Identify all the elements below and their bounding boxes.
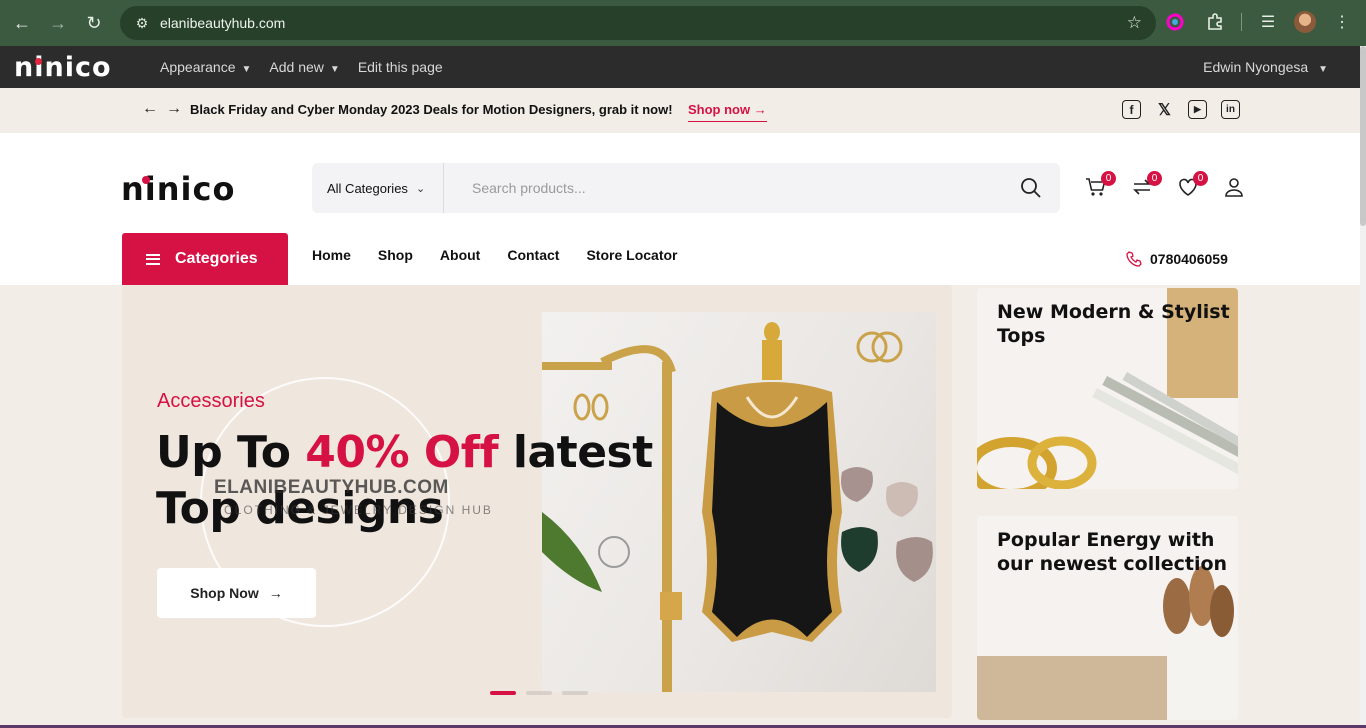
reload-icon[interactable]: ↻: [76, 5, 112, 41]
watermark-subtext: CLOTHING & JEWELRY DESIGN HUB: [224, 503, 493, 517]
admin-menu-edit-page[interactable]: Edit this page: [358, 59, 443, 75]
search-input[interactable]: [472, 163, 1012, 213]
media-queue-icon[interactable]: ☰: [1254, 8, 1282, 36]
admin-menu-appearance[interactable]: Appearance ▼: [160, 59, 251, 75]
cart-count-badge: 0: [1101, 171, 1116, 186]
arrow-right-icon: →: [268, 585, 283, 601]
hero-title-part2: latest: [498, 427, 653, 478]
extensions-puzzle-icon[interactable]: [1201, 8, 1229, 36]
admin-bar-logo[interactable]: ninico: [14, 52, 112, 83]
slider-dot-3[interactable]: [562, 691, 588, 695]
x-icon[interactable]: 𝕏: [1155, 100, 1174, 119]
logo-dot: [35, 58, 42, 65]
browser-toolbar: ← → ↻ ⚙ elanibeautyhub.com ☆ ☰ ⋮: [0, 0, 1366, 46]
site-logo-text: ninico: [121, 170, 236, 208]
phone-number: 0780406059: [1150, 251, 1228, 267]
cart-button[interactable]: 0: [1084, 171, 1116, 199]
hero-kicker: Accessories: [157, 390, 265, 412]
categories-button[interactable]: Categories: [122, 233, 288, 285]
slider-dot-1[interactable]: [490, 691, 516, 695]
compare-button[interactable]: 0: [1130, 171, 1162, 199]
account-button[interactable]: [1222, 175, 1246, 199]
search-bar: All Categories ⌄: [312, 163, 1060, 213]
bookmark-star-icon[interactable]: ☆: [1127, 13, 1142, 33]
compare-count-badge: 0: [1147, 171, 1162, 186]
caret-down-icon: ▼: [241, 64, 252, 75]
nav-contact[interactable]: Contact: [507, 247, 559, 263]
site-settings-icon[interactable]: ⚙: [130, 15, 154, 32]
promo-shop-link[interactable]: Shop now →: [688, 102, 767, 122]
wishlist-count-badge: 0: [1193, 171, 1208, 186]
category-select[interactable]: All Categories ⌄: [312, 163, 444, 213]
hero-title-accent: 40% Off: [305, 427, 499, 478]
phone-contact[interactable]: 0780406059: [1126, 251, 1228, 267]
toolbar-divider: [1241, 13, 1242, 31]
promo-prev-icon[interactable]: ←: [142, 100, 158, 118]
arrow-right-icon: →: [753, 102, 767, 117]
promo-card-collection[interactable]: Popular Energy with our newest collectio…: [977, 516, 1238, 720]
url-text[interactable]: elanibeautyhub.com: [160, 15, 285, 31]
logo-dot: [142, 176, 150, 184]
categories-label: Categories: [175, 250, 258, 267]
nav-shop[interactable]: Shop: [378, 247, 413, 263]
admin-user-name: Edwin Nyongesa: [1203, 59, 1309, 75]
promo-card-title: Popular Energy with our newest collectio…: [997, 529, 1228, 575]
shop-now-label: Shop Now: [190, 585, 259, 601]
caret-down-icon: ▼: [1318, 64, 1328, 75]
admin-menu-label: Add new: [269, 59, 324, 75]
promo-card-tops[interactable]: New Modern & Stylist Tops: [977, 288, 1238, 489]
admin-menu-add-new[interactable]: Add new ▼: [269, 59, 339, 75]
main-nav: Home Shop About Contact Store Locator: [312, 247, 677, 263]
phone-icon: [1126, 251, 1142, 267]
back-icon[interactable]: ←: [4, 5, 40, 41]
address-bar[interactable]: ⚙ elanibeautyhub.com ☆: [120, 6, 1156, 40]
admin-user-menu[interactable]: Edwin Nyongesa ▼: [1203, 59, 1328, 75]
promo-message: Black Friday and Cyber Monday 2023 Deals…: [190, 102, 673, 117]
watermark-text: ELANIBEAUTYHUB.COM: [214, 477, 449, 498]
nav-about[interactable]: About: [440, 247, 480, 263]
profile-avatar[interactable]: [1294, 11, 1316, 33]
admin-bar: ninico Appearance ▼ Add new ▼ Edit this pa…: [0, 46, 1366, 88]
extension-color-icon[interactable]: [1161, 8, 1189, 36]
nav-store-locator[interactable]: Store Locator: [586, 247, 677, 263]
page-scrollbar[interactable]: [1360, 46, 1366, 728]
caret-down-icon: ▼: [329, 64, 340, 75]
slider-dot-2[interactable]: [526, 691, 552, 695]
category-select-label: All Categories: [327, 180, 408, 196]
promo-next-icon[interactable]: →: [166, 100, 182, 118]
menu-icon: [146, 253, 160, 265]
nav-home[interactable]: Home: [312, 247, 351, 263]
search-icon[interactable]: [1020, 177, 1042, 199]
hero-slider: Accessories Up To 40% Off latest Top des…: [122, 285, 952, 718]
chevron-down-icon: ⌄: [415, 182, 426, 195]
admin-menu-label: Appearance: [160, 59, 236, 75]
linkedin-icon[interactable]: in: [1221, 100, 1240, 119]
scrollbar-thumb[interactable]: [1360, 46, 1366, 226]
youtube-icon[interactable]: ▶: [1188, 100, 1207, 119]
forward-icon[interactable]: →: [40, 5, 76, 41]
hero-title-part1: Up To: [156, 427, 306, 478]
shop-now-button[interactable]: Shop Now →: [157, 568, 316, 618]
site-logo[interactable]: ninico: [121, 170, 235, 208]
facebook-icon[interactable]: f: [1122, 100, 1141, 119]
chrome-menu-icon[interactable]: ⋮: [1328, 8, 1356, 36]
promo-card-title: New Modern & Stylist Tops: [997, 301, 1230, 347]
promo-link-label: Shop now: [688, 102, 751, 117]
admin-logo-text: ninico: [14, 52, 112, 83]
wishlist-button[interactable]: 0: [1176, 171, 1208, 199]
user-icon: [1225, 178, 1243, 197]
slider-dots: [490, 691, 588, 695]
promo-bar: ← → Black Friday and Cyber Monday 2023 D…: [0, 88, 1360, 133]
